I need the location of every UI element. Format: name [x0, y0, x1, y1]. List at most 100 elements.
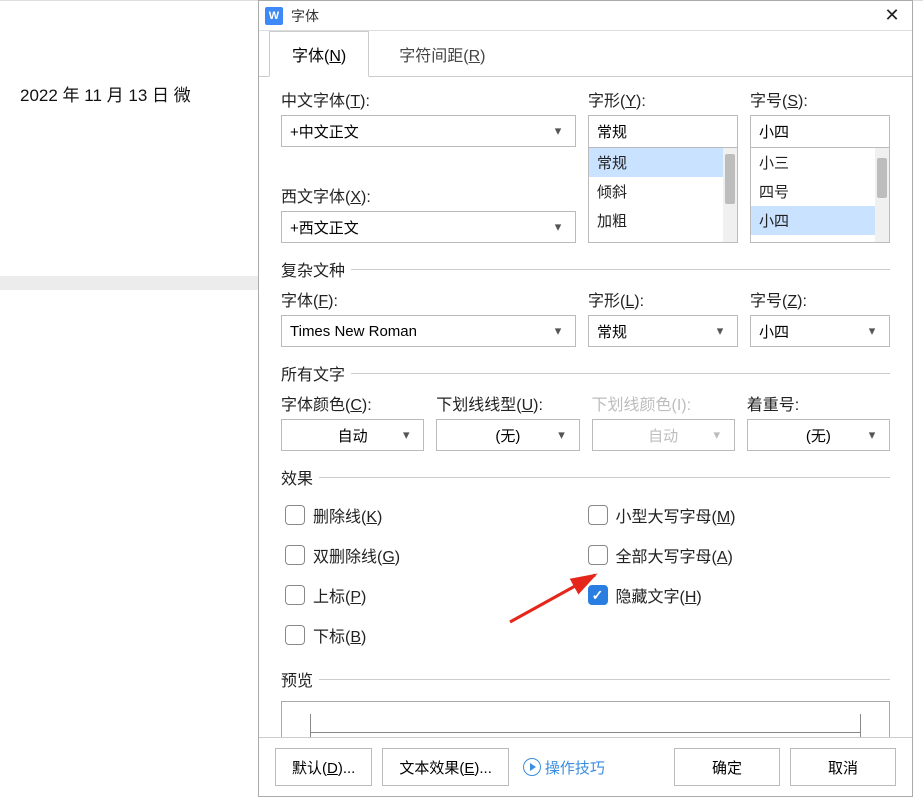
close-icon[interactable]: ✕ [872, 1, 912, 31]
default-button[interactable]: 默认(D)... [275, 748, 372, 786]
scroll-thumb[interactable] [725, 154, 735, 204]
chevron-down-icon: ▾ [549, 323, 567, 339]
preview-section-header: 预览 [281, 667, 890, 691]
complex-style-value: 常规 [597, 321, 627, 342]
ok-label: 确定 [712, 757, 742, 778]
font-color-value: 自动 [338, 425, 368, 446]
checkbox-icon[interactable] [588, 505, 608, 525]
font-style-input[interactable]: 常规 [588, 115, 738, 147]
titlebar: W 字体 ✕ [259, 1, 912, 31]
complex-section-label: 复杂文种 [281, 257, 345, 281]
font-size-input[interactable]: 小四 [750, 115, 890, 147]
ok-button[interactable]: 确定 [674, 748, 780, 786]
complex-style-combo[interactable]: 常规 ▾ [588, 315, 738, 347]
complex-size-combo[interactable]: 小四 ▾ [750, 315, 890, 347]
tips-label: 操作技巧 [545, 757, 605, 778]
check-subscript[interactable]: 下标(B) [285, 617, 588, 653]
font-dialog: W 字体 ✕ 字体(N) 字符间距(R) 中文字体(T): +中文正文 ▾ 西文… [258, 0, 913, 797]
checkbox-icon[interactable] [285, 585, 305, 605]
all-text-section-header: 所有文字 [281, 361, 890, 385]
document-text: 2022 年 11 月 13 日 微 [20, 81, 191, 106]
list-item[interactable]: 加粗 [589, 206, 723, 235]
tab-spacing-label: 字符间距(R) [399, 48, 485, 65]
checkbox-icon[interactable] [588, 585, 608, 605]
check-dstrike[interactable]: 双删除线(G) [285, 537, 588, 573]
scrollbar[interactable] [723, 148, 737, 242]
check-smallcaps[interactable]: 小型大写字母(M) [588, 497, 891, 533]
complex-size-value: 小四 [759, 321, 789, 342]
cancel-label: 取消 [828, 757, 858, 778]
underline-combo[interactable]: (无) ▾ [436, 419, 579, 451]
cancel-button[interactable]: 取消 [790, 748, 896, 786]
complex-size-label: 字号(Z): [750, 287, 890, 311]
emphasis-value: (无) [806, 425, 831, 446]
dialog-title: 字体 [291, 6, 319, 26]
tab-spacing[interactable]: 字符间距(R) [377, 32, 507, 76]
font-size-value: 小四 [759, 121, 789, 142]
font-size-list[interactable]: 小三 四号 小四 [750, 147, 890, 243]
preview-section-label: 预览 [281, 667, 313, 691]
text-effects-button[interactable]: 文本效果(E)... [382, 748, 509, 786]
complex-font-combo[interactable]: Times New Roman ▾ [281, 315, 576, 347]
check-superscript[interactable]: 上标(P) [285, 577, 588, 613]
play-icon [523, 758, 541, 776]
chevron-down-icon: ▾ [708, 427, 726, 443]
preview-box [281, 701, 890, 737]
checkbox-icon[interactable] [285, 625, 305, 645]
underline-label: 下划线线型(U): [436, 391, 579, 415]
checkbox-icon[interactable] [285, 545, 305, 565]
font-style-list[interactable]: 常规 倾斜 加粗 [588, 147, 738, 243]
check-hidden[interactable]: 隐藏文字(H) [588, 577, 891, 613]
underline-color-combo: 自动 ▾ [592, 419, 735, 451]
font-style-value: 常规 [597, 121, 627, 142]
effects-grid: 删除线(K) 小型大写字母(M) 双删除线(G) 全部大写字母(A) 上标(P)… [285, 497, 890, 653]
list-item[interactable]: 倾斜 [589, 177, 723, 206]
latin-font-combo[interactable]: +西文正文 ▾ [281, 211, 576, 243]
scroll-thumb[interactable] [877, 158, 887, 198]
tips-link[interactable]: 操作技巧 [523, 757, 605, 778]
complex-style-label: 字形(L): [588, 287, 738, 311]
latin-font-value: +西文正文 [290, 217, 359, 238]
underline-color-value: 自动 [648, 425, 678, 446]
font-color-combo[interactable]: 自动 ▾ [281, 419, 424, 451]
chevron-down-icon: ▾ [863, 323, 881, 339]
cn-font-label: 中文字体(T): [281, 87, 576, 111]
complex-section-header: 复杂文种 [281, 257, 890, 281]
list-item[interactable]: 四号 [751, 177, 875, 206]
complex-font-value: Times New Roman [290, 323, 417, 340]
scrollbar[interactable] [875, 148, 889, 242]
tab-strip: 字体(N) 字符间距(R) [259, 31, 912, 77]
underline-value: (无) [495, 425, 520, 446]
list-item[interactable]: 小四 [751, 206, 875, 235]
checkbox-icon[interactable] [588, 545, 608, 565]
chevron-down-icon: ▾ [553, 427, 571, 443]
check-allcaps[interactable]: 全部大写字母(A) [588, 537, 891, 573]
check-strike[interactable]: 删除线(K) [285, 497, 588, 533]
chevron-down-icon: ▾ [549, 219, 567, 235]
complex-font-label: 字体(F): [281, 287, 576, 311]
font-color-label: 字体颜色(C): [281, 391, 424, 415]
font-size-label: 字号(S): [750, 87, 890, 111]
latin-font-label: 西文字体(X): [281, 183, 576, 207]
checkbox-icon[interactable] [285, 505, 305, 525]
tab-font-label: 字体(N) [292, 48, 346, 65]
all-text-section-label: 所有文字 [281, 361, 345, 385]
effects-section-label: 效果 [281, 465, 313, 489]
dialog-footer: 默认(D)... 文本效果(E)... 操作技巧 确定 取消 [259, 737, 912, 796]
chevron-down-icon: ▾ [711, 323, 729, 339]
effects-section-header: 效果 [281, 465, 890, 489]
underline-color-label: 下划线颜色(I): [592, 391, 735, 415]
emphasis-combo[interactable]: (无) ▾ [747, 419, 890, 451]
list-item[interactable]: 常规 [589, 148, 723, 177]
cn-font-value: +中文正文 [290, 121, 359, 142]
emphasis-label: 着重号: [747, 391, 890, 415]
app-icon: W [265, 7, 283, 25]
font-style-label: 字形(Y): [588, 87, 738, 111]
chevron-down-icon: ▾ [549, 123, 567, 139]
cn-font-combo[interactable]: +中文正文 ▾ [281, 115, 576, 147]
page-boundary-mark [0, 276, 260, 290]
list-item[interactable]: 小三 [751, 148, 875, 177]
tab-font[interactable]: 字体(N) [269, 31, 369, 77]
chevron-down-icon: ▾ [397, 427, 415, 443]
chevron-down-icon: ▾ [863, 427, 881, 443]
